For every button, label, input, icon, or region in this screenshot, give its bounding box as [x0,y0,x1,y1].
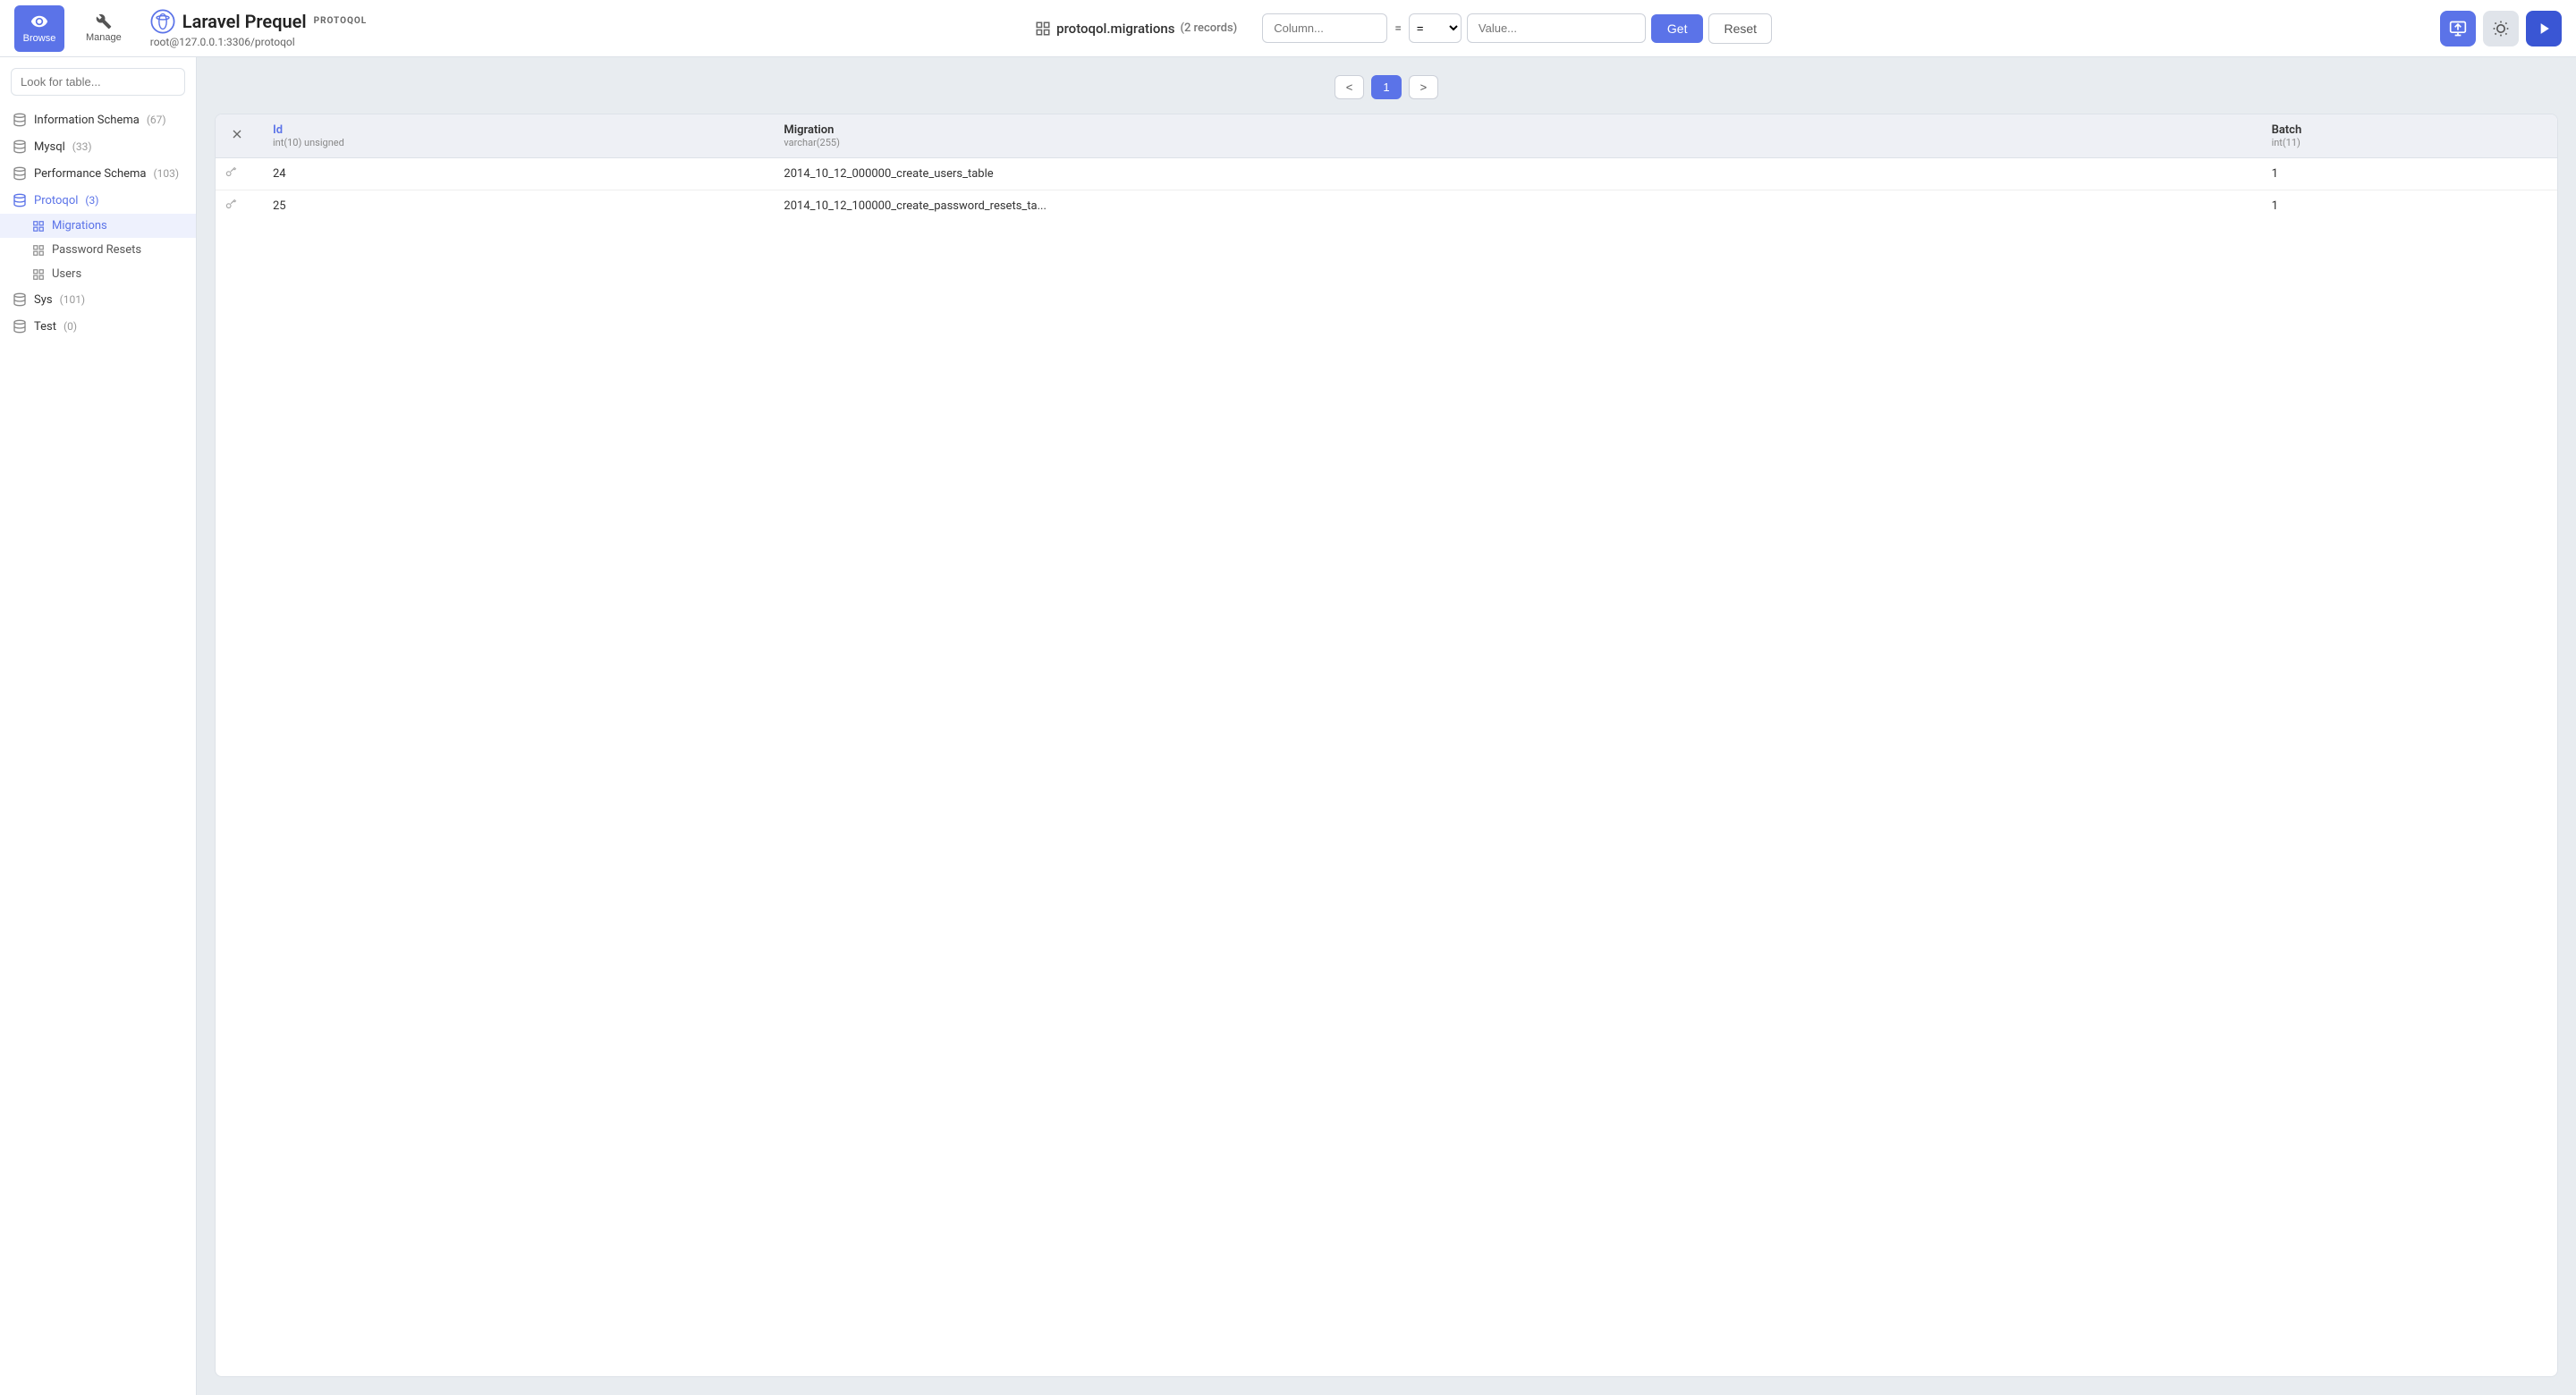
settings-button[interactable] [2526,11,2562,46]
db-count: (3) [85,194,98,207]
reset-button[interactable]: Reset [1708,13,1772,44]
sidebar: Information Schema (67) Mysql (33) Perfo… [0,57,197,1395]
table-search-input[interactable] [11,68,185,96]
db-name: Mysql [34,140,65,154]
col-actions [216,114,258,158]
records-count: (2 records) [1180,21,1237,35]
sidebar-item-migrations[interactable]: Migrations [0,214,196,238]
theme-button[interactable] [2483,11,2519,46]
db-name: Information Schema [34,114,140,127]
manage-button[interactable]: Manage [79,10,129,46]
db-count: (67) [147,114,166,126]
sidebar-item-mysql[interactable]: Mysql (33) [0,133,196,160]
key-icon [225,199,237,211]
operator-label: = [1393,21,1403,36]
sidebar-item-password-resets[interactable]: Password Resets [0,238,196,262]
col-header-id: Id int(10) unsigned [258,114,769,158]
app-name: Laravel Prequel [182,11,307,32]
db-count: (33) [72,140,92,153]
current-page-button[interactable]: 1 [1371,75,1401,99]
cell-id: 24 [258,158,769,190]
operator-select[interactable]: = != < > LIKE [1409,13,1462,43]
sidebar-item-sys[interactable]: Sys (101) [0,286,196,313]
cell-batch: 1 [2258,158,2557,190]
prev-page-button[interactable]: < [1335,75,1365,99]
browse-button[interactable]: Browse [14,5,64,52]
sidebar-item-users[interactable]: Users [0,262,196,286]
table-header-row: Id int(10) unsigned Migration varchar(25… [216,114,2557,158]
logo-section: Laravel Prequel PROTOQOL root@127.0.0.1:… [150,9,367,48]
db-count: (101) [60,293,86,306]
main-layout: Information Schema (67) Mysql (33) Perfo… [0,57,2576,1395]
row-key-icon-cell [216,158,258,190]
data-table-container: Id int(10) unsigned Migration varchar(25… [215,114,2558,1377]
db-name: Sys [34,293,53,307]
next-page-button[interactable]: > [1409,75,1439,99]
sidebar-item-performance-schema[interactable]: Performance Schema (103) [0,160,196,187]
db-name: Performance Schema [34,167,146,181]
sidebar-item-test[interactable]: Test (0) [0,313,196,340]
sidebar-item-information-schema[interactable]: Information Schema (67) [0,106,196,133]
manage-label: Manage [86,32,122,43]
connection-info: root@127.0.0.1:3306/protoqol [150,36,367,48]
table-row: 25 2014_10_12_100000_create_password_res… [216,190,2557,223]
content-area: < 1 > Id int(1 [197,57,2576,1395]
key-icon [225,166,237,179]
browse-label: Browse [23,33,56,44]
table-name: Users [52,267,81,281]
db-count: (103) [153,167,179,180]
data-table: Id int(10) unsigned Migration varchar(25… [216,114,2557,222]
column-input[interactable] [1262,13,1387,43]
row-key-icon-cell [216,190,258,223]
topbar-actions [2440,11,2562,46]
cell-migration: 2014_10_12_000000_create_users_table [769,158,2257,190]
pagination: < 1 > [215,75,2558,99]
table-name: Password Resets [52,243,141,257]
filter-section: = = != < > LIKE Get Reset [1262,13,1772,44]
table-name: protoqol.migrations [1056,21,1174,37]
app-tag: PROTOQOL [314,16,368,26]
cell-id: 25 [258,190,769,223]
sidebar-item-protoqol[interactable]: Protoqol (3) [0,187,196,214]
get-button[interactable]: Get [1651,14,1704,43]
table-label: protoqol.migrations (2 records) [1035,21,1237,37]
export-button[interactable] [2440,11,2476,46]
table-name: Migrations [52,219,107,232]
db-name: Test [34,320,56,334]
col-header-migration: Migration varchar(255) [769,114,2257,158]
db-count: (0) [64,320,77,333]
cell-batch: 1 [2258,190,2557,223]
topbar: Browse Manage Laravel Prequel PROTOQOL r… [0,0,2576,57]
db-name: Protoqol [34,194,78,207]
topbar-center: protoqol.migrations (2 records) = = != <… [381,13,2426,44]
value-input[interactable] [1467,13,1646,43]
cell-migration: 2014_10_12_100000_create_password_resets… [769,190,2257,223]
col-header-batch: Batch int(11) [2258,114,2557,158]
table-row: 24 2014_10_12_000000_create_users_table … [216,158,2557,190]
